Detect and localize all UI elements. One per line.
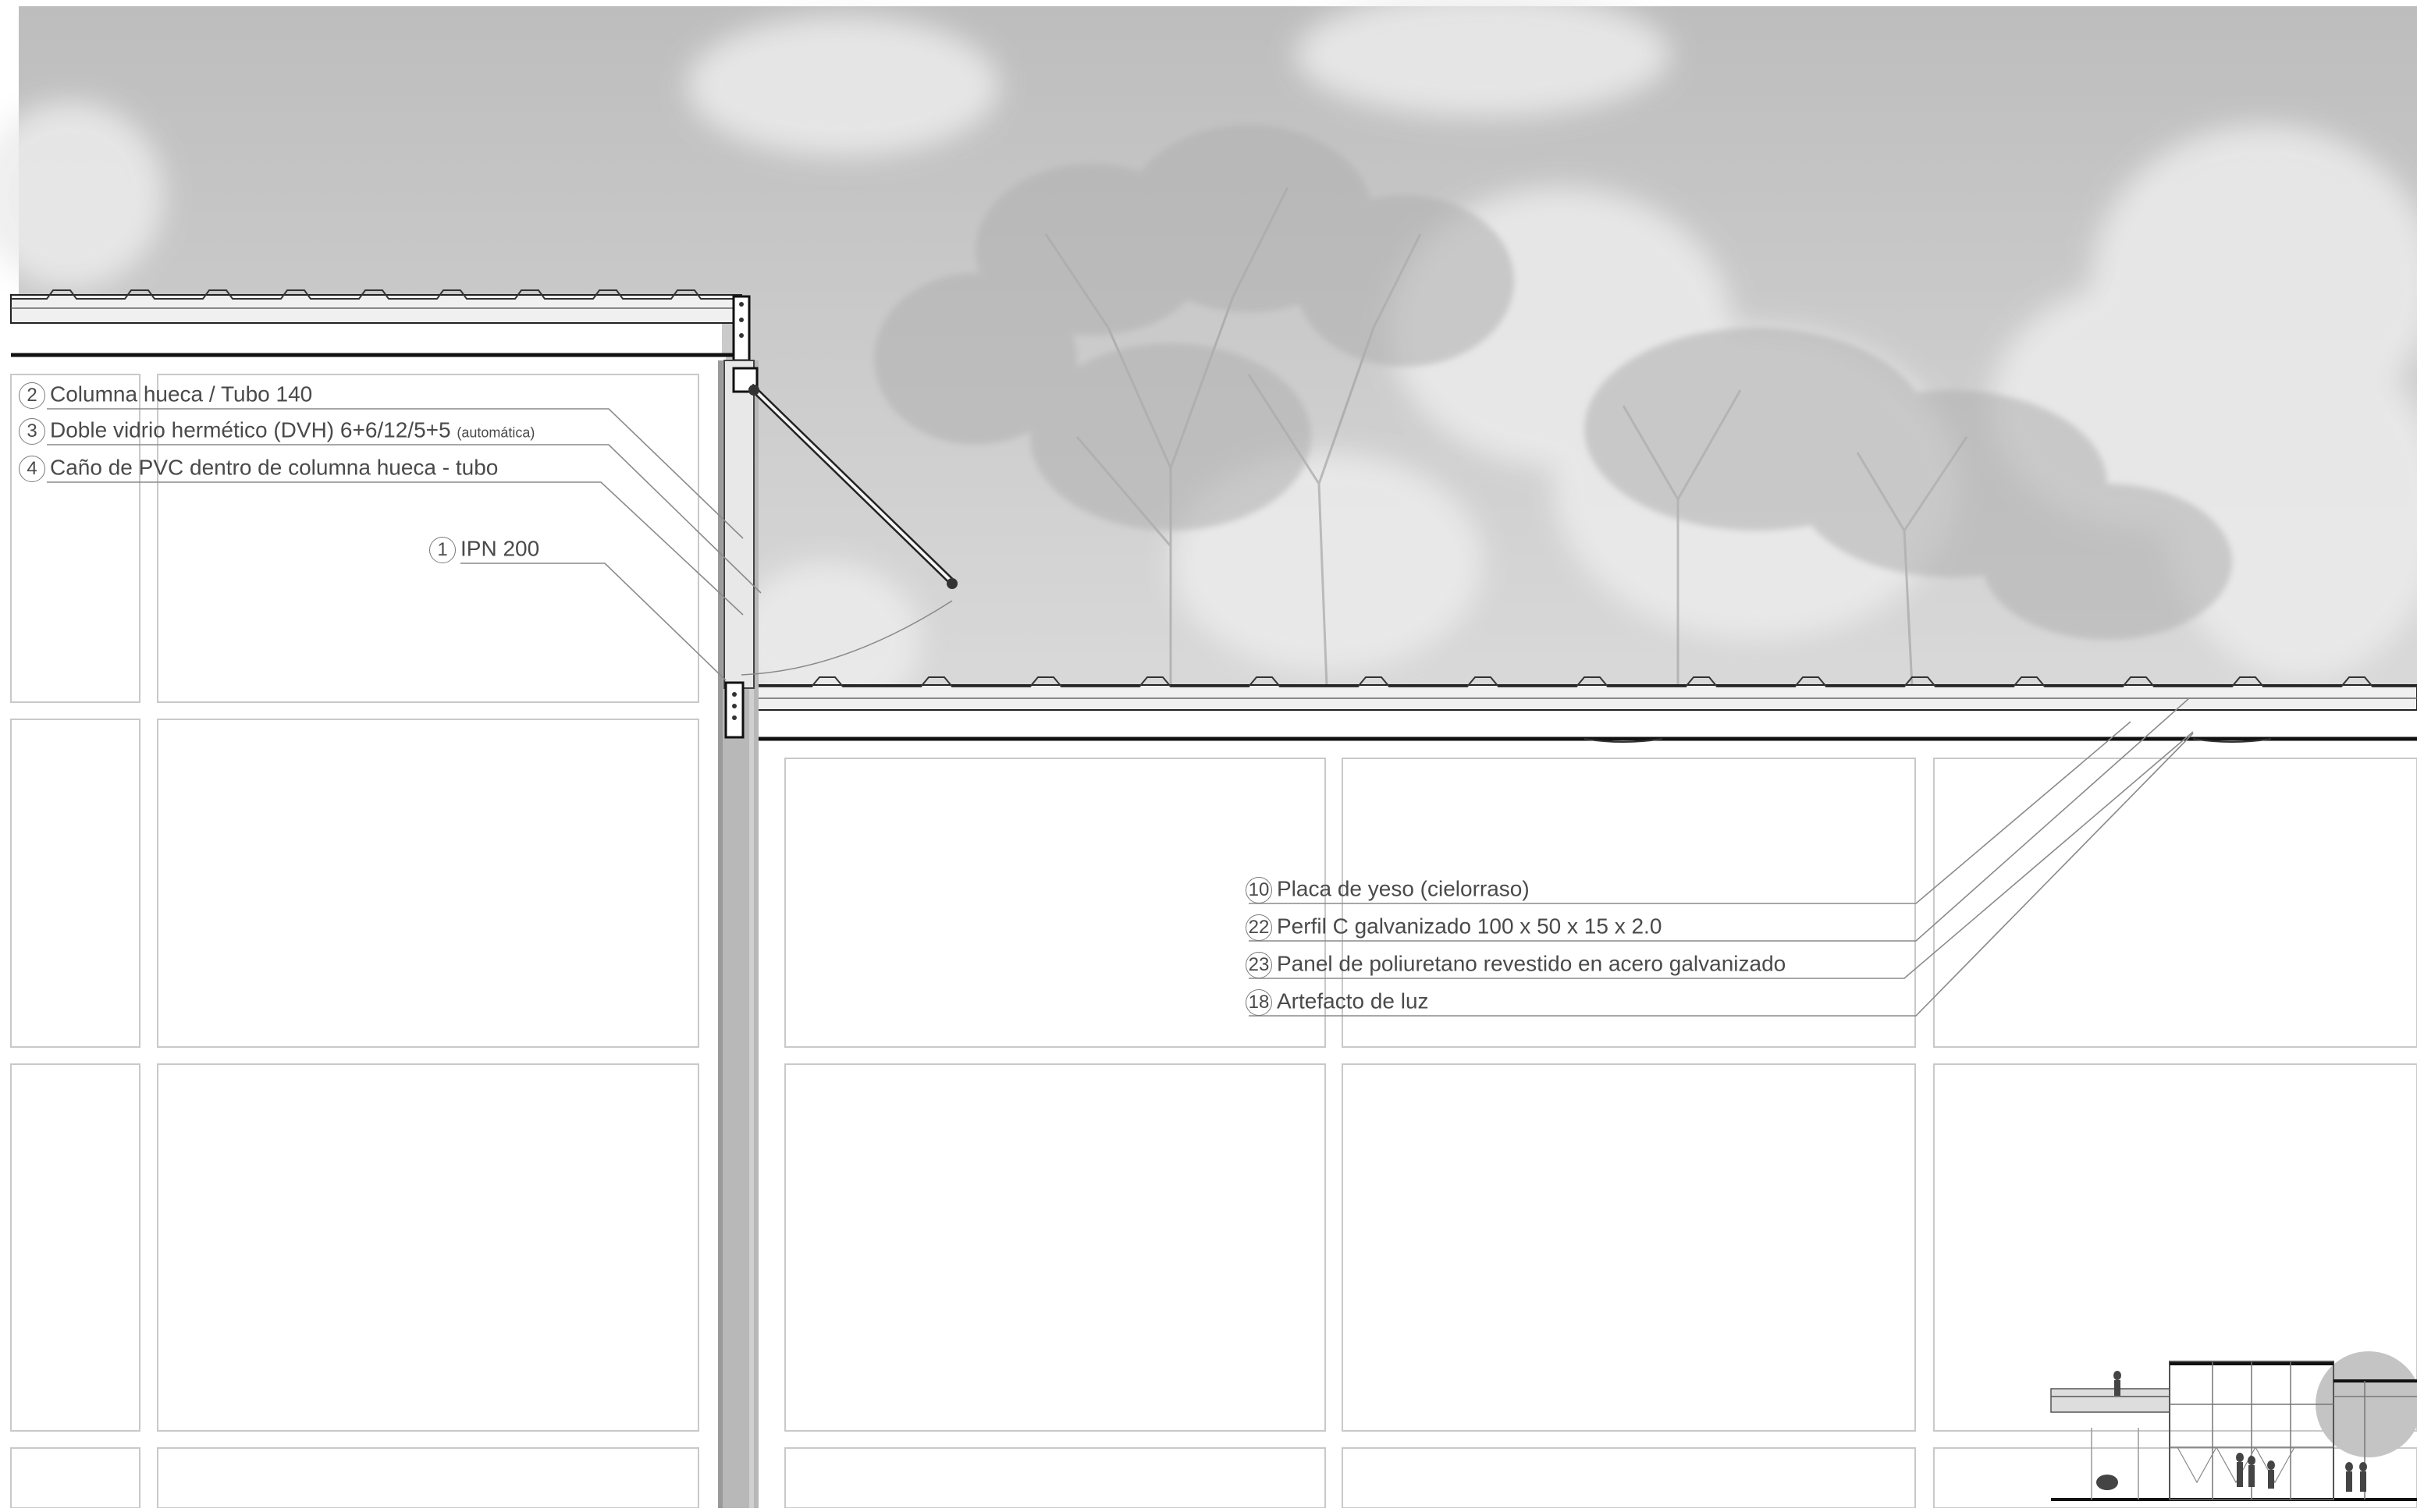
callout-18: 18 Artefacto de luz — [1246, 989, 1429, 1016]
callout-text: Perfil C galvanizado 100 x 50 x 15 x 2.0 — [1277, 914, 1662, 939]
callout-text: Caño de PVC dentro de columna hueca - tu… — [50, 455, 499, 480]
callout-note: (automática) — [457, 424, 535, 441]
callout-22: 22 Perfil C galvanizado 100 x 50 x 15 x 2… — [1246, 914, 1662, 941]
callout-3: 3 Doble vidrio hermético (DVH) 6+6/12/5+5… — [19, 418, 535, 445]
construction-section-svg — [0, 0, 2417, 1509]
callout-number: 23 — [1246, 952, 1272, 978]
callout-4: 4 Caño de PVC dentro de columna hueca - t… — [19, 456, 498, 482]
callout-text: Columna hueca / Tubo 140 — [50, 382, 313, 406]
callout-text: Placa de yeso (cielorraso) — [1277, 876, 1530, 901]
callout-number: 18 — [1246, 989, 1272, 1016]
callout-number: 22 — [1246, 914, 1272, 941]
callout-number: 1 — [429, 537, 456, 563]
callout-10: 10 Placa de yeso (cielorraso) — [1246, 877, 1530, 903]
callout-1: 1 IPN 200 — [429, 537, 539, 563]
callout-2: 2 Columna hueca / Tubo 140 — [19, 382, 312, 409]
callout-number: 4 — [19, 456, 45, 482]
callout-text: Doble vidrio hermético (DVH) 6+6/12/5+5 — [50, 417, 451, 442]
callout-text: Artefacto de luz — [1277, 988, 1429, 1013]
callout-number: 10 — [1246, 877, 1272, 903]
hollow-column — [718, 302, 759, 1508]
callout-text: IPN 200 — [460, 536, 540, 561]
callout-text: Panel de poliuretano revestido en acero … — [1277, 951, 1786, 976]
callout-number: 3 — [19, 418, 45, 445]
section-drawing: 2 Columna hueca / Tubo 140 3 Doble vidrio … — [0, 0, 2417, 1509]
callout-23: 23 Panel de poliuretano revestido en acer… — [1246, 952, 1786, 978]
callout-number: 2 — [19, 382, 45, 409]
